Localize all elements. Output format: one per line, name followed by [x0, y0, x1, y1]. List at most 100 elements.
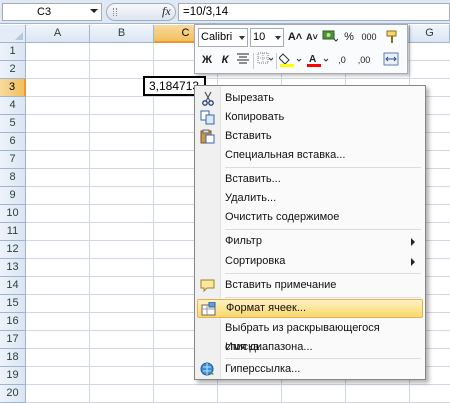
menu-separator	[225, 358, 421, 359]
menu-item-sort[interactable]: Сортировка	[197, 252, 423, 271]
menu-separator	[225, 167, 421, 168]
menu-item-insert-comment[interactable]: Вставить примечание	[197, 276, 423, 295]
row-header-14[interactable]: 14	[0, 277, 26, 295]
decrease-decimal-button[interactable]: ,00	[353, 52, 375, 69]
submenu-arrow-icon	[411, 238, 415, 246]
row-header-4[interactable]: 4	[0, 97, 26, 115]
chevron-down-icon[interactable]	[90, 9, 98, 13]
menu-separator	[225, 297, 421, 298]
center-align-button[interactable]	[234, 52, 252, 69]
copy-icon	[200, 110, 216, 125]
grow-font-button[interactable]: A˄	[286, 29, 304, 46]
menu-item-label: Копировать	[225, 111, 285, 123]
font-color-button[interactable]: A	[306, 52, 330, 69]
name-box[interactable]: C3	[2, 3, 102, 21]
menu-item-paste[interactable]: Вставить	[197, 127, 423, 146]
menu-item-delete[interactable]: Удалить...	[197, 189, 423, 208]
font-size-value: 10	[253, 31, 266, 43]
menu-item-label: Гиперссылка...	[225, 363, 301, 375]
menu-item-label: Имя диапазона...	[225, 341, 313, 353]
merge-center-icon	[383, 52, 399, 66]
column-header-g[interactable]: G	[410, 25, 450, 43]
menu-item-hyperlink[interactable]: Гиперссылка...	[197, 360, 423, 379]
font-name-select[interactable]: Calibri	[198, 28, 248, 47]
svg-text:A: A	[309, 54, 316, 65]
menu-item-paste-special[interactable]: Специальная вставка...	[197, 146, 423, 165]
menu-item-name-range[interactable]: Имя диапазона...	[197, 338, 423, 357]
row-header-11[interactable]: 11	[0, 223, 26, 241]
row-header-5[interactable]: 5	[0, 115, 26, 133]
row-header-16[interactable]: 16	[0, 313, 26, 331]
italic-button[interactable]: К	[216, 52, 234, 69]
formula-input[interactable]: =10/3,14	[178, 3, 450, 21]
context-menu: Вырезать Копировать Вставить Специальная…	[194, 85, 426, 380]
row-header-12[interactable]: 12	[0, 241, 26, 259]
accounting-format-button[interactable]	[321, 29, 339, 46]
menu-item-insert[interactable]: Вставить...	[197, 170, 423, 189]
select-all-button[interactable]	[0, 25, 26, 43]
merge-center-button[interactable]	[382, 52, 400, 69]
menu-item-label: Удалить...	[225, 192, 277, 204]
row-header-10[interactable]: 10	[0, 205, 26, 223]
resize-grip-icon[interactable]	[113, 8, 117, 16]
row-header-9[interactable]: 9	[0, 187, 26, 205]
toolbar-separator	[253, 53, 254, 69]
menu-item-clear-contents[interactable]: Очистить содержимое	[197, 208, 423, 227]
fill-color-icon	[278, 53, 302, 67]
row-header-20[interactable]: 20	[0, 385, 26, 403]
menu-item-label: Формат ячеек...	[226, 302, 307, 314]
accounting-format-icon	[322, 30, 339, 42]
menu-item-label: Специальная вставка...	[225, 149, 346, 161]
column-header-a[interactable]: A	[26, 25, 90, 43]
row-header-8[interactable]: 8	[0, 169, 26, 187]
mini-toolbar: Calibri 10 A˄ A˅ % 000 Ж К A ,0 ,00	[194, 24, 408, 74]
increase-decimal-button[interactable]: ,0	[333, 52, 351, 69]
row-header-15[interactable]: 15	[0, 295, 26, 313]
paste-icon	[200, 129, 216, 144]
menu-item-cut[interactable]: Вырезать	[197, 89, 423, 108]
toolbar-separator	[276, 53, 277, 69]
align-center-icon	[237, 53, 249, 64]
format-painter-button[interactable]	[384, 29, 402, 46]
menu-item-copy[interactable]: Копировать	[197, 108, 423, 127]
menu-item-format-cells[interactable]: Формат ячеек...	[197, 299, 423, 318]
format-painter-icon	[386, 30, 397, 43]
formula-bar: C3 fx =10/3,14	[0, 0, 450, 24]
borders-button[interactable]	[256, 52, 274, 69]
menu-item-label: Фильтр	[225, 235, 262, 247]
shrink-font-button[interactable]: A˅	[303, 29, 321, 46]
insert-function-icon[interactable]: fx	[162, 3, 176, 19]
row-header-3[interactable]: 3	[0, 79, 26, 97]
row-header-6[interactable]: 6	[0, 133, 26, 151]
row-header-17[interactable]: 17	[0, 331, 26, 349]
name-box-value: C3	[37, 6, 52, 18]
menu-item-label: Вырезать	[225, 92, 274, 104]
format-cells-icon	[201, 301, 217, 317]
menu-item-label: Вставить примечание	[225, 279, 337, 291]
column-header-b[interactable]: B	[90, 25, 154, 43]
menu-item-label: Вставить	[225, 130, 272, 142]
row-header-18[interactable]: 18	[0, 349, 26, 367]
submenu-arrow-icon	[411, 258, 415, 266]
row-header-13[interactable]: 13	[0, 259, 26, 277]
chevron-down-icon	[239, 36, 245, 40]
bold-button[interactable]: Ж	[198, 52, 216, 69]
font-size-select[interactable]: 10	[250, 28, 284, 47]
menu-item-label: Очистить содержимое	[225, 211, 340, 223]
menu-item-pick-from-list[interactable]: Выбрать из раскрывающегося списка...	[197, 319, 423, 353]
borders-icon	[257, 52, 274, 64]
row-header-7[interactable]: 7	[0, 151, 26, 169]
menu-separator	[225, 229, 421, 230]
comma-style-button[interactable]: 000	[358, 29, 380, 46]
menu-separator	[225, 273, 421, 274]
percent-style-button[interactable]: %	[340, 29, 358, 46]
menu-item-label: Сортировка	[225, 255, 286, 267]
row-header-19[interactable]: 19	[0, 367, 26, 385]
menu-item-filter[interactable]: Фильтр	[197, 232, 423, 251]
row-header-1[interactable]: 1	[0, 43, 26, 61]
row-header-2[interactable]: 2	[0, 61, 26, 79]
chevron-down-icon	[275, 36, 281, 40]
fill-color-button[interactable]	[278, 52, 303, 69]
menu-item-label: Вставить...	[225, 173, 281, 185]
scissors-icon	[200, 91, 216, 106]
